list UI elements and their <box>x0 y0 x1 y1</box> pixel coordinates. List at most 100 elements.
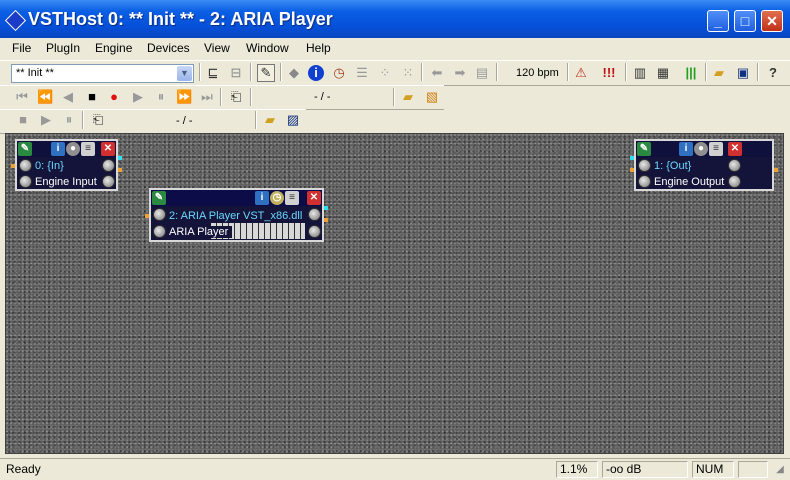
midi-knob-icon[interactable] <box>638 159 651 172</box>
info-icon[interactable]: i <box>255 191 269 205</box>
module-engine-output[interactable]: ✎ i ● ≡ ✕ 1: {Out} Engine Output <box>634 139 774 191</box>
clock-icon[interactable]: ◷ <box>270 191 284 205</box>
info-icon[interactable]: i <box>308 65 324 81</box>
pan-knob-icon[interactable] <box>308 225 321 238</box>
pan-knob-icon[interactable] <box>102 175 115 188</box>
input-port-icon[interactable] <box>630 168 634 172</box>
stop-icon[interactable]: ■ <box>84 89 100 105</box>
module-name: 0: {In} <box>35 160 64 172</box>
info-icon[interactable]: i <box>51 142 65 156</box>
list-icon[interactable]: ≡ <box>709 142 723 156</box>
open-folder-icon[interactable]: ▰ <box>711 65 727 81</box>
save-icon[interactable]: ▣ <box>735 65 751 81</box>
midi-knob-icon[interactable] <box>153 208 166 221</box>
open-wave-icon[interactable]: ▰ <box>262 112 278 128</box>
module-aria-player[interactable]: ✎ i ◷ ≡ ✕ 2: ARIA Player VST_x86.dll ARI… <box>149 188 324 242</box>
tempo-display[interactable]: 120 bpm <box>516 67 559 79</box>
dots-alt-icon[interactable]: ⁙ <box>400 65 416 81</box>
input-port-icon[interactable] <box>145 214 149 218</box>
volume-knob-icon[interactable] <box>728 159 741 172</box>
list-icon[interactable]: ≡ <box>285 191 299 205</box>
level-meter-icon[interactable]: ||| <box>683 65 699 81</box>
pause-icon[interactable]: ⏸ <box>153 89 169 105</box>
close-module-icon[interactable]: ✕ <box>101 142 115 156</box>
rewind-start-icon[interactable]: ⏮ <box>14 89 30 105</box>
stack-icon[interactable]: ▤ <box>474 65 490 81</box>
menu-help[interactable]: Help <box>306 41 331 55</box>
wave-loop-icon[interactable]: ⎗ <box>90 112 106 128</box>
clock-icon[interactable]: ◷ <box>331 65 347 81</box>
arrow-left-icon[interactable]: ⬅ <box>429 65 445 81</box>
fast-forward-icon[interactable]: ⏩ <box>176 89 192 105</box>
pan-knob-icon[interactable] <box>728 175 741 188</box>
midi-knob-icon[interactable] <box>19 159 32 172</box>
wave-pause-icon[interactable]: ⏸ <box>61 112 77 128</box>
keyboard-edit-icon[interactable]: ▦ <box>655 65 671 81</box>
forward-end-icon[interactable]: ⏭ <box>199 89 215 105</box>
close-button[interactable]: ✕ <box>761 10 783 32</box>
menu-window[interactable]: Window <box>246 41 289 55</box>
edit-plugin-icon[interactable]: ✎ <box>257 64 275 82</box>
open-midi-icon[interactable]: ▰ <box>400 89 416 105</box>
chain-plugin-icon[interactable]: ⊑ <box>205 65 221 81</box>
wave-stop-icon[interactable]: ■ <box>15 112 31 128</box>
edit-icon[interactable]: ✎ <box>18 142 32 156</box>
resize-grip-icon[interactable]: ◢ <box>772 462 788 478</box>
status-bar: Ready 1.1% -oo dB NUM ◢ <box>0 458 790 480</box>
chevron-down-icon[interactable]: ▼ <box>177 66 192 81</box>
edit-icon[interactable]: ✎ <box>152 191 166 205</box>
menu-bar: File PlugIn Engine Devices View Window H… <box>0 38 790 59</box>
menu-engine[interactable]: Engine <box>95 41 132 55</box>
list-icon[interactable]: ≡ <box>81 142 95 156</box>
output-port-icon[interactable] <box>324 206 328 210</box>
step-back-icon[interactable]: ◀ <box>60 89 76 105</box>
fast-rewind-icon[interactable]: ⏪ <box>37 89 53 105</box>
parallel-plugin-icon[interactable]: ⊟ <box>228 65 244 81</box>
wave-play-icon[interactable]: ▶ <box>38 112 54 128</box>
plugin-workspace[interactable]: ✎ i ● ≡ ✕ 0: {In} Engine Input ✎ i ◷ ≡ ✕… <box>5 133 784 454</box>
chain-knob-icon[interactable] <box>153 225 166 238</box>
keyboard-icon[interactable]: ▥ <box>632 65 648 81</box>
loop-icon[interactable]: ⎗ <box>228 89 244 105</box>
bypass-icon[interactable]: ● <box>694 142 708 156</box>
volume-knob-icon[interactable] <box>308 208 321 221</box>
transport-position: - / - <box>314 91 331 103</box>
minimize-button[interactable]: _ <box>707 10 729 32</box>
input-port-icon[interactable] <box>630 156 634 160</box>
output-port-icon[interactable] <box>324 218 328 222</box>
record-icon[interactable]: ● <box>106 89 122 105</box>
output-port-icon[interactable] <box>118 168 122 172</box>
maximize-button[interactable]: □ <box>734 10 756 32</box>
output-level: -oo dB <box>606 462 642 476</box>
record-wave-icon[interactable]: ▨ <box>285 112 301 128</box>
dots-icon[interactable]: ⁘ <box>377 65 393 81</box>
panic-icon[interactable]: !!! <box>601 65 617 81</box>
metronome-icon[interactable]: ⚠ <box>573 65 589 81</box>
help-icon[interactable]: ? <box>765 65 781 81</box>
output-port-icon[interactable] <box>774 168 778 172</box>
menu-file[interactable]: File <box>12 41 31 55</box>
menu-view[interactable]: View <box>204 41 230 55</box>
program-select[interactable]: ** Init ** ▼ <box>11 64 194 83</box>
diamond-icon[interactable]: ◆ <box>286 65 302 81</box>
close-module-icon[interactable]: ✕ <box>307 191 321 205</box>
chain-knob-icon[interactable] <box>638 175 651 188</box>
info-icon[interactable]: i <box>679 142 693 156</box>
app-diamond-icon[interactable] <box>4 9 27 32</box>
chain-knob-icon[interactable] <box>19 175 32 188</box>
save-midi-icon[interactable]: ▧ <box>424 89 440 105</box>
arrow-right-icon[interactable]: ➡ <box>452 65 468 81</box>
input-port-icon[interactable] <box>11 164 15 168</box>
bypass-icon[interactable]: ● <box>66 142 80 156</box>
output-port-icon[interactable] <box>118 156 122 160</box>
module-engine-input[interactable]: ✎ i ● ≡ ✕ 0: {In} Engine Input <box>15 139 118 191</box>
volume-knob-icon[interactable] <box>102 159 115 172</box>
title-bar[interactable]: VSTHost 0: ** Init ** - 2: ARIA Player _… <box>0 0 790 38</box>
cpu-panel: 1.1% <box>556 461 598 478</box>
menu-devices[interactable]: Devices <box>147 41 190 55</box>
menu-plugin[interactable]: PlugIn <box>46 41 80 55</box>
play-icon[interactable]: ▶ <box>130 89 146 105</box>
list-icon[interactable]: ☰ <box>354 65 370 81</box>
edit-icon[interactable]: ✎ <box>637 142 651 156</box>
close-module-icon[interactable]: ✕ <box>728 142 742 156</box>
